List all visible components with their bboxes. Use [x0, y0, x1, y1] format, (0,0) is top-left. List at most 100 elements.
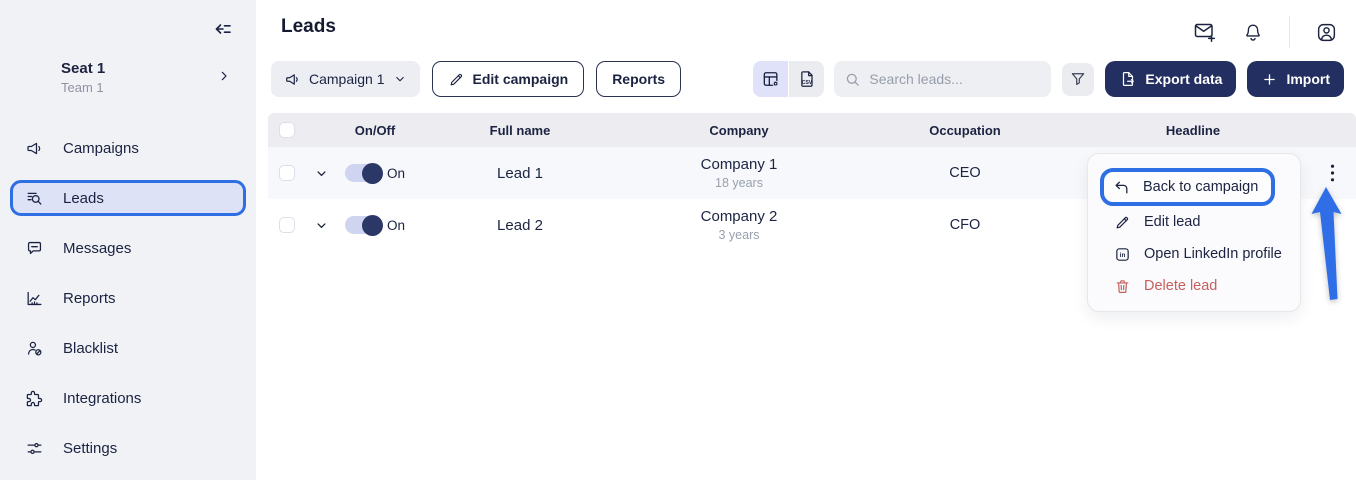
menu-item-label: Delete lead: [1144, 278, 1217, 294]
toggle-track: [345, 164, 381, 182]
row-checkbox[interactable]: [279, 217, 295, 233]
export-data-label: Export data: [1145, 71, 1222, 87]
lead-on-off-toggle[interactable]: On: [345, 164, 405, 182]
edit-campaign-label: Edit campaign: [473, 71, 569, 87]
sidebar-item-leads[interactable]: Leads: [10, 180, 246, 216]
sidebar-item-label: Messages: [63, 240, 131, 257]
filter-button[interactable]: [1062, 63, 1094, 96]
sidebar-nav: Campaigns Leads Messages: [0, 130, 256, 480]
sidebar-item-blacklist[interactable]: Blacklist: [0, 330, 256, 366]
menu-item-label: Open LinkedIn profile: [1144, 246, 1282, 262]
collapse-sidebar-button[interactable]: [208, 15, 236, 43]
sidebar-item-label: Campaigns: [63, 140, 139, 157]
pencil-icon: [1114, 214, 1131, 231]
table-header-row: On/Off Full name Company Occupation Head…: [268, 113, 1356, 147]
file-export-icon: [1119, 70, 1137, 88]
seat-switcher[interactable]: Seat 1 Team 1: [61, 60, 105, 95]
company-name: Company 1: [701, 156, 778, 174]
chevron-down-icon: [393, 72, 407, 86]
reports-button[interactable]: Reports: [596, 61, 681, 97]
import-label: Import: [1286, 71, 1330, 87]
plus-icon: [1261, 71, 1278, 88]
header-occupation: Occupation: [852, 123, 1078, 138]
sidebar-item-campaigns[interactable]: Campaigns: [0, 130, 256, 166]
user-block-icon: [25, 339, 44, 358]
annotation-pointer-arrow: [1309, 187, 1347, 301]
search-box: [834, 61, 1051, 97]
linkedin-icon: in: [1114, 246, 1131, 263]
export-data-button[interactable]: Export data: [1105, 61, 1236, 97]
lead-search-icon: [25, 189, 44, 208]
megaphone-icon: [284, 71, 301, 88]
sidebar-item-label: Integrations: [63, 390, 141, 407]
bell-icon: [1242, 21, 1264, 44]
sidebar-item-label: Leads: [63, 190, 104, 207]
import-button[interactable]: Import: [1247, 61, 1344, 97]
sidebar-item-label: Reports: [63, 290, 116, 307]
cell-company: Company 1 18 years: [626, 156, 852, 191]
puzzle-icon: [25, 389, 44, 408]
new-message-button[interactable]: [1192, 20, 1217, 44]
sidebar-item-messages[interactable]: Messages: [0, 230, 256, 266]
sidebar-item-settings[interactable]: Settings: [0, 430, 256, 466]
svg-text:in: in: [1120, 252, 1126, 259]
cell-company: Company 2 3 years: [626, 208, 852, 243]
chart-icon: [25, 289, 44, 308]
table-settings-icon: [761, 69, 781, 89]
sidebar-item-integrations[interactable]: Integrations: [0, 380, 256, 416]
sidebar-item-label: Settings: [63, 440, 117, 457]
toggle-state-label: On: [387, 218, 405, 233]
menu-item-label: Back to campaign: [1143, 179, 1258, 195]
page-title: Leads: [281, 16, 336, 38]
company-name: Company 2: [701, 208, 778, 226]
expand-row-chevron-icon[interactable]: [314, 166, 329, 181]
lead-on-off-toggle[interactable]: On: [345, 216, 405, 234]
row-actions-button[interactable]: [1326, 160, 1339, 186]
cell-full-name: Lead 2: [414, 217, 626, 234]
mail-plus-icon: [1192, 20, 1217, 44]
notifications-button[interactable]: [1242, 21, 1264, 44]
search-input[interactable]: [869, 71, 1041, 87]
reports-button-label: Reports: [612, 71, 665, 87]
toggle-track: [345, 216, 381, 234]
select-all-checkbox[interactable]: [279, 122, 295, 138]
sliders-icon: [25, 439, 44, 458]
megaphone-icon: [25, 139, 44, 158]
header-full-name: Full name: [414, 123, 626, 138]
header-company: Company: [626, 123, 852, 138]
campaign-select[interactable]: Campaign 1: [271, 61, 420, 97]
menu-item-open-linkedin-profile[interactable]: in Open LinkedIn profile: [1088, 238, 1300, 270]
menu-item-edit-lead[interactable]: Edit lead: [1088, 206, 1300, 238]
menu-item-back-to-campaign[interactable]: Back to campaign: [1100, 168, 1275, 206]
undo-arrow-icon: [1113, 179, 1130, 196]
company-sub: 3 years: [719, 228, 760, 243]
trash-icon: [1114, 278, 1131, 295]
row-checkbox[interactable]: [279, 165, 295, 181]
seat-team: Team 1: [61, 80, 105, 95]
expand-row-chevron-icon[interactable]: [314, 218, 329, 233]
search-icon: [844, 71, 861, 88]
header-on-off: On/Off: [336, 123, 414, 138]
cell-occupation: CFO: [852, 217, 1078, 233]
csv-file-icon: CSV: [797, 69, 817, 89]
menu-item-delete-lead[interactable]: Delete lead: [1088, 270, 1300, 302]
sidebar-item-reports[interactable]: Reports: [0, 280, 256, 316]
topbar-actions: [1192, 16, 1338, 48]
view-mode-segmented-control: CSV: [753, 61, 824, 97]
cell-full-name: Lead 1: [414, 165, 626, 182]
table-view-button[interactable]: [753, 61, 788, 97]
chat-bubble-icon: [25, 239, 44, 258]
csv-view-button[interactable]: CSV: [789, 61, 824, 97]
sidebar: Seat 1 Team 1 Campaigns Leads: [0, 0, 256, 480]
seat-name: Seat 1: [61, 60, 105, 77]
funnel-icon: [1069, 70, 1087, 88]
topbar-divider: [1289, 16, 1290, 48]
collapse-sidebar-icon: [209, 17, 235, 41]
edit-campaign-button[interactable]: Edit campaign: [432, 61, 585, 97]
account-button[interactable]: [1315, 21, 1338, 44]
account-icon: [1315, 21, 1338, 44]
kebab-menu-icon: [1330, 164, 1335, 182]
pencil-icon: [448, 71, 465, 88]
chevron-right-icon: [216, 68, 232, 84]
campaign-select-label: Campaign 1: [309, 71, 385, 87]
